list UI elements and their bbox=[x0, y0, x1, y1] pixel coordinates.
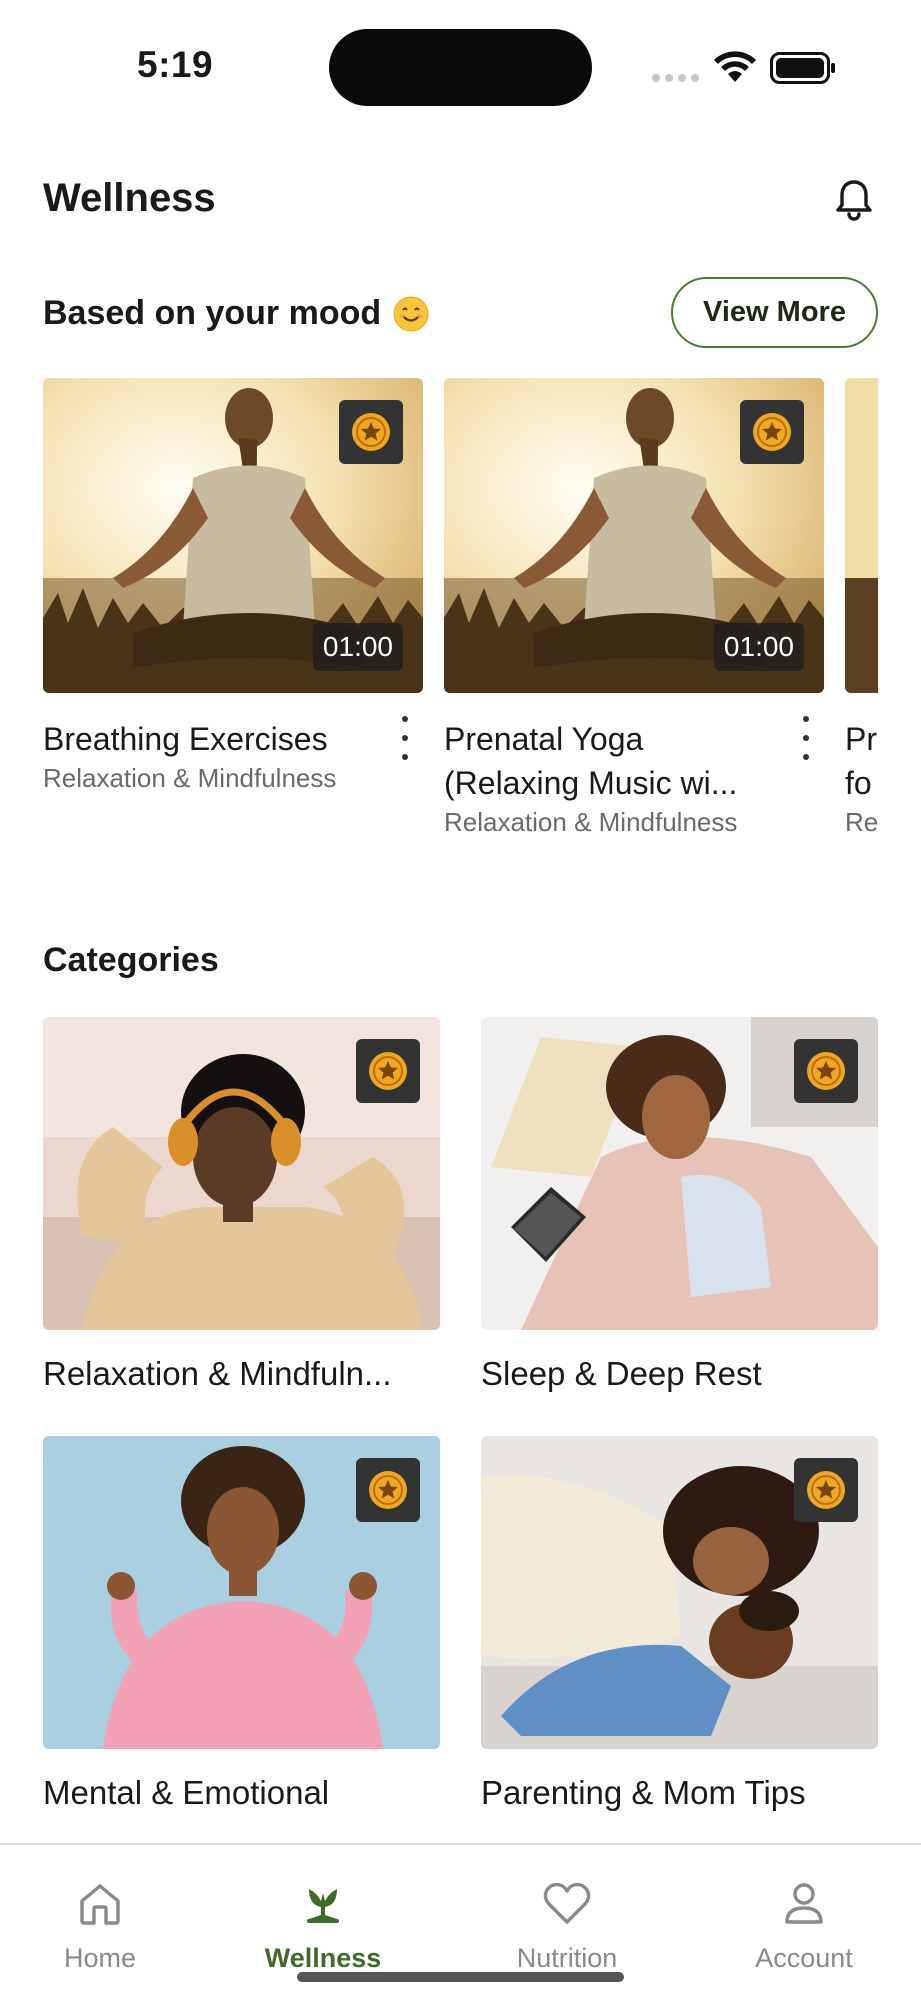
category-card[interactable]: Parenting & Mom Tips bbox=[481, 1436, 878, 1812]
bell-icon bbox=[836, 180, 872, 221]
nav-label-nutrition: Nutrition bbox=[516, 1943, 618, 1973]
mood-card-subtitle: Re bbox=[845, 807, 878, 837]
nav-item-nutrition[interactable]: Nutrition bbox=[477, 1875, 657, 1974]
category-thumbnail bbox=[481, 1436, 878, 1749]
dynamic-island bbox=[329, 29, 592, 106]
cellular-signal-icon bbox=[652, 74, 699, 82]
wifi-icon bbox=[714, 51, 756, 82]
duration-badge: 01:00 bbox=[713, 623, 804, 671]
category-label: Sleep & Deep Rest bbox=[481, 1355, 762, 1392]
category-thumbnail bbox=[43, 1017, 440, 1330]
premium-star-coin-icon bbox=[753, 413, 791, 451]
status-bar: 5:19 bbox=[0, 0, 921, 110]
nav-label-home: Home bbox=[63, 1943, 137, 1973]
notifications-button[interactable] bbox=[830, 176, 878, 224]
mood-card[interactable]: Pr fo Re bbox=[845, 378, 878, 838]
smiling-emoji-icon bbox=[393, 296, 429, 331]
premium-badge bbox=[740, 400, 804, 464]
premium-badge bbox=[356, 1039, 420, 1103]
mood-card[interactable]: 01:00 Breathing Exercises Relaxation & M… bbox=[43, 378, 423, 794]
category-label: Relaxation & Mindfuln... bbox=[43, 1355, 392, 1392]
home-icon bbox=[80, 1884, 120, 1925]
category-label: Mental & Emotional bbox=[43, 1774, 330, 1811]
meditation-image bbox=[845, 378, 878, 693]
account-icon bbox=[785, 1883, 823, 1924]
status-time: 5:19 bbox=[137, 44, 214, 85]
mood-card[interactable]: 01:00 Prenatal Yoga (Relaxing Music wi..… bbox=[444, 378, 824, 838]
category-label: Parenting & Mom Tips bbox=[481, 1774, 806, 1811]
premium-badge bbox=[794, 1458, 858, 1522]
mood-section-title-text: Based on your mood bbox=[43, 294, 382, 332]
nav-label-wellness: Wellness bbox=[264, 1943, 382, 1973]
more-options-icon[interactable] bbox=[395, 716, 415, 760]
premium-star-coin-icon bbox=[369, 1052, 407, 1090]
premium-star-coin-icon bbox=[807, 1052, 845, 1090]
heart-icon bbox=[543, 1882, 591, 1924]
wellness-icon bbox=[307, 1889, 339, 1923]
mood-card-thumbnail: 01:00 bbox=[43, 378, 423, 693]
premium-star-coin-icon bbox=[352, 413, 390, 451]
category-thumbnail bbox=[481, 1017, 878, 1330]
premium-star-coin-icon bbox=[807, 1471, 845, 1509]
premium-badge bbox=[794, 1039, 858, 1103]
battery-icon bbox=[770, 52, 835, 84]
mood-card-title: Pr fo bbox=[845, 721, 877, 801]
premium-badge bbox=[356, 1458, 420, 1522]
duration-badge: 01:00 bbox=[312, 623, 403, 671]
mood-card-subtitle: Relaxation & Mindfulness bbox=[43, 763, 337, 793]
premium-badge bbox=[339, 400, 403, 464]
nav-item-wellness[interactable]: Wellness bbox=[233, 1875, 413, 1974]
view-more-button[interactable]: View More bbox=[671, 277, 878, 348]
category-thumbnail bbox=[43, 1436, 440, 1749]
more-options-icon[interactable] bbox=[796, 716, 816, 760]
nav-item-account[interactable]: Account bbox=[714, 1875, 894, 1974]
page-title: Wellness bbox=[43, 176, 216, 220]
mood-card-thumbnail bbox=[845, 378, 878, 693]
category-card[interactable]: Sleep & Deep Rest bbox=[481, 1017, 878, 1393]
nav-item-home[interactable]: Home bbox=[10, 1875, 190, 1974]
premium-star-coin-icon bbox=[369, 1471, 407, 1509]
mood-card-subtitle: Relaxation & Mindfulness bbox=[444, 807, 738, 837]
category-card[interactable]: Mental & Emotional bbox=[43, 1436, 440, 1812]
mood-card-title: Prenatal Yoga (Relaxing Music wi... bbox=[444, 721, 738, 801]
home-indicator bbox=[297, 1972, 624, 1982]
nav-label-account: Account bbox=[755, 1943, 853, 1973]
mood-card-thumbnail: 01:00 bbox=[444, 378, 824, 693]
mood-section-title: Based on your mood bbox=[43, 294, 429, 333]
categories-title: Categories bbox=[43, 941, 219, 979]
category-card[interactable]: Relaxation & Mindfuln... bbox=[43, 1017, 440, 1393]
mood-carousel[interactable]: 01:00 Breathing Exercises Relaxation & M… bbox=[43, 378, 878, 858]
mood-card-title: Breathing Exercises bbox=[43, 721, 328, 757]
